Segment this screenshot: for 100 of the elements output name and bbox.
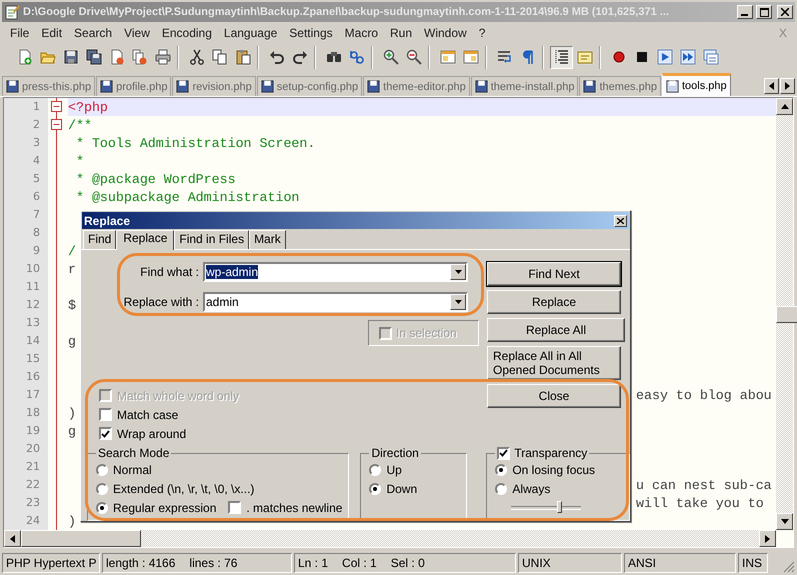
dialog-button[interactable]: Replace All [487,318,625,342]
radio-button[interactable] [369,482,382,494]
code-text: * [74,154,84,168]
scissors-icon [188,49,204,65]
radio-button[interactable] [369,464,382,476]
disks-icon [86,49,102,65]
close-icon [617,218,624,224]
scrollbar-thumb[interactable] [21,530,141,547]
line-number: 24 [4,512,48,530]
close-button[interactable] [777,5,793,19]
checkbox[interactable] [99,408,112,421]
line-number: 3 [4,134,48,152]
binoculars-icon [326,49,342,65]
dialog-tab[interactable]: Mark [249,230,286,249]
code-text: easy to blog abou [636,388,772,402]
menu-item[interactable]: Settings [283,24,339,42]
left-arrow-icon [10,534,15,542]
status-text: INS [742,556,762,570]
line-number: 5 [4,170,48,188]
dialog-button[interactable]: Close [487,384,621,408]
checkbox[interactable] [497,446,510,460]
status-text: PHP Hypertext P [6,556,96,570]
file-tab[interactable]: themes.php [579,76,661,96]
menu-item[interactable]: Window [418,24,473,42]
radio-button[interactable] [96,502,108,514]
menu-item[interactable]: Macro [338,24,384,42]
dialog-button[interactable]: Replace [487,290,621,314]
status-text: Col : 1 [342,556,377,570]
line-number: 4 [4,152,48,170]
right-arrow-icon [785,82,790,90]
printer-icon [154,49,170,65]
code-text: * @package WordPress [74,172,236,186]
file-tab[interactable]: press-this.php [2,76,96,96]
line-number: 6 [4,188,48,206]
code-text: <?php [68,100,108,114]
file-tab[interactable]: tools.php [662,73,731,96]
zoom-in-icon [382,49,398,65]
code-text: / [68,244,76,258]
record-icon [610,49,626,65]
radio-label: On losing focus [512,462,596,476]
dialog-tab[interactable]: Replace [116,230,174,250]
code-text: r [68,262,76,276]
window-icon [462,49,478,65]
menu-item[interactable]: Run [384,24,418,42]
fold-toggle-icon[interactable] [51,101,62,112]
dialog-tab[interactable]: Find in Files [174,230,250,249]
status-text: lines : 76 [189,556,238,570]
menu-item[interactable]: ? [472,24,492,42]
checkmark-icon [499,449,508,457]
menu-item[interactable]: Edit [35,24,68,42]
menu-item[interactable]: Language [218,24,284,42]
minimize-button[interactable] [737,5,753,19]
line-number: 18 [4,404,48,422]
pages-x-icon [132,49,148,65]
checkbox[interactable] [228,501,242,514]
menu-item[interactable]: View [118,24,156,42]
checkbox-label: Transparency [514,446,588,460]
right-arrow-icon [765,534,770,542]
menu-item[interactable]: Encoding [156,24,218,42]
combo-field[interactable]: wp-admin [203,262,468,282]
transparency-slider[interactable] [511,500,582,514]
line-number: 13 [4,314,48,332]
radio-label: Up [386,462,402,476]
radio-button[interactable] [495,482,508,494]
horizontal-scrollbar[interactable] [4,530,776,547]
line-number: 21 [4,458,48,476]
maximize-button[interactable] [756,5,772,19]
scroll-left-button[interactable] [764,78,779,94]
status-text: length : 4166 [106,556,176,570]
left-arrow-icon [769,82,774,90]
close-button[interactable] [614,214,627,226]
checkbox[interactable] [99,427,112,440]
radio-button[interactable] [96,482,108,494]
field-label: Find what : [139,265,199,279]
radio-button[interactable] [495,464,508,476]
clipboard-icon [234,49,250,65]
toolbar-button[interactable] [550,46,573,68]
menu-item[interactable]: File [4,24,36,42]
file-tab[interactable]: setup-config.php [256,76,362,96]
redo-icon [292,49,308,65]
indent-guide-icon [554,49,570,65]
notepad-icon [4,4,20,20]
undo-icon [268,49,284,65]
dialog-title: Replace [84,214,130,228]
dialog-button[interactable]: Replace All in All Opened Documents [487,346,621,380]
file-tab[interactable]: revision.php [172,76,256,96]
combo-field[interactable]: admin [203,292,468,312]
status-text: Ln : 1 [298,556,328,570]
dialog-button[interactable]: Find Next [487,262,621,286]
file-tab[interactable]: theme-editor.php [363,76,470,96]
slider-thumb[interactable] [557,501,562,513]
line-number: 19 [4,422,48,440]
line-number: 15 [4,350,48,368]
file-tab[interactable]: profile.php [96,76,172,96]
fold-toggle-icon[interactable] [51,119,62,130]
radio-button[interactable] [96,464,108,476]
maximize-icon [760,8,768,16]
scroll-right-button[interactable] [780,78,795,94]
file-tab[interactable]: theme-install.php [470,76,578,96]
menu-item[interactable]: Search [68,24,118,42]
